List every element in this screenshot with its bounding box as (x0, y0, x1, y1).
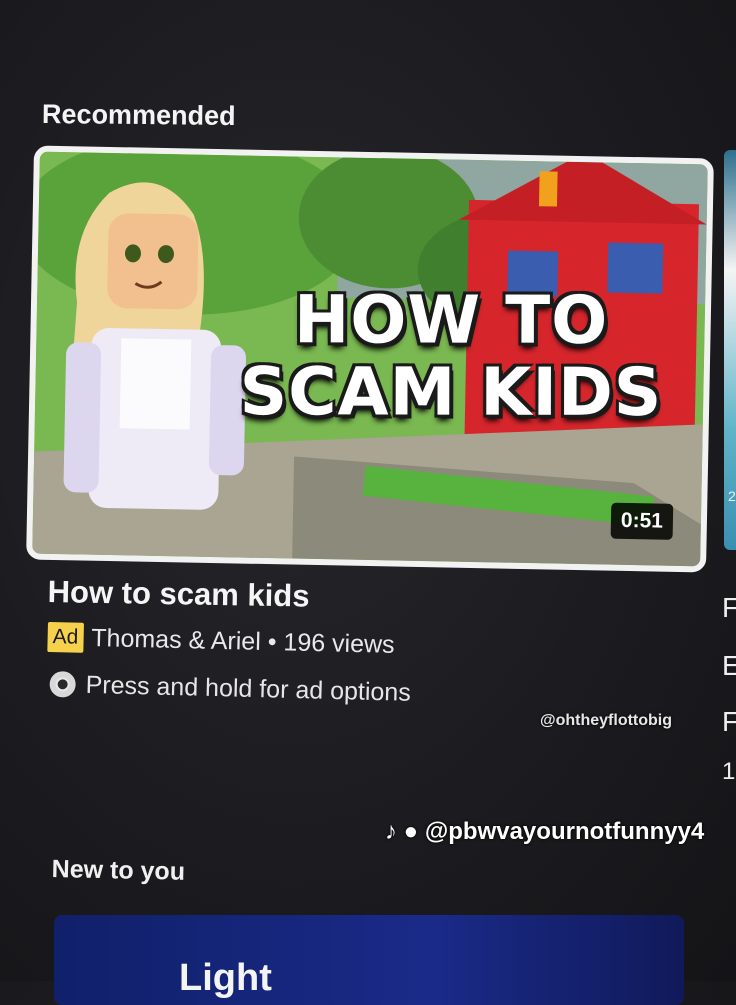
video-title[interactable]: How to scam kids (47, 574, 309, 615)
peek-char-2: E (722, 650, 736, 681)
channel-name[interactable]: Thomas & Ariel (91, 624, 261, 656)
new-to-you-video-thumbnail[interactable]: Light (54, 915, 684, 1005)
video-meta: Ad Thomas & Ariel • 196 views (47, 622, 395, 660)
peek-char-3: F (722, 706, 736, 737)
ad-options-row[interactable]: Press and hold for ad options (49, 670, 411, 708)
thumbnail-text-line1: HOW TO (293, 281, 609, 359)
section-title-recommended: Recommended (41, 98, 236, 132)
video-thumbnail[interactable]: HOW TO SCAM KIDS 0:51 (32, 151, 708, 567)
meta-separator: • (267, 627, 277, 657)
ad-badge: Ad (47, 622, 84, 653)
section-title-new-to-you: New to you (51, 855, 186, 886)
bottom-thumbnail-text: Light (179, 957, 272, 999)
video-card[interactable]: HOW TO SCAM KIDS 0:51 (26, 145, 714, 573)
view-count: 196 views (283, 628, 395, 659)
thumbnail-title-text: HOW TO SCAM KIDS (236, 281, 666, 431)
peek-char-4: 1 (722, 758, 736, 785)
watermark-main-text: @pbwvayournotfunnyy4 (424, 818, 705, 845)
user-icon: ● (403, 818, 419, 845)
watermark-small: @ohtheyflottobig (540, 712, 673, 729)
ad-options-text: Press and hold for ad options (85, 670, 412, 707)
ad-options-icon (49, 670, 76, 698)
tiktok-icon: ♪ (385, 818, 397, 845)
watermark-main: ♪ ● @pbwvayournotfunnyy4 (385, 818, 704, 846)
peek-char-5: 2 (728, 488, 736, 504)
thumbnail-text-line2: SCAM KIDS (239, 353, 663, 431)
peek-char-1: F (722, 592, 736, 623)
duration-badge: 0:51 (610, 502, 674, 540)
